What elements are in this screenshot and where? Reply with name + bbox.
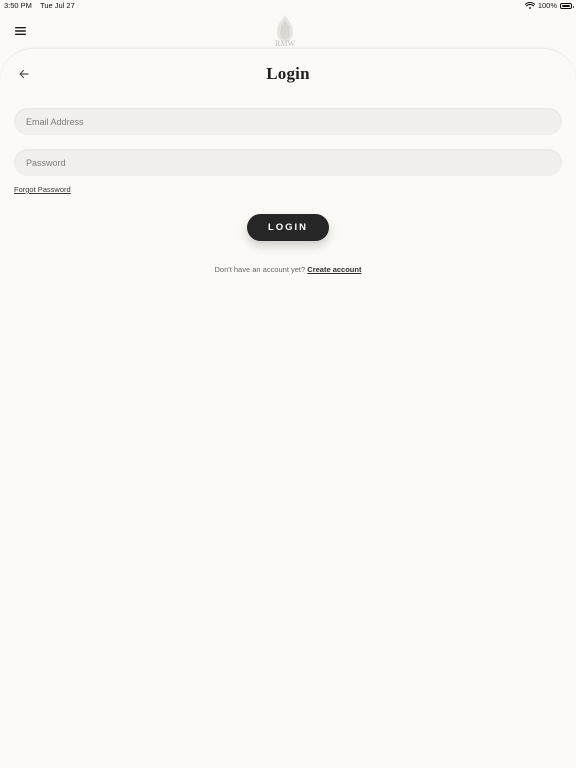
status-time-date: 3:50 PM Tue Jul 27 [4,0,75,12]
status-date: Tue Jul 27 [40,1,75,10]
battery-percent: 100% [537,1,557,10]
create-account-link[interactable]: Create account [307,265,361,274]
hamburger-menu-icon[interactable] [14,24,28,36]
logo-text: RMW [275,39,295,48]
password-field[interactable] [14,149,562,176]
email-input[interactable] [24,115,552,128]
login-sheet: Login Forgot Password LOGIN Don't have a… [0,48,576,768]
brand-logo: RMW [267,13,303,49]
forgot-password-link[interactable]: Forgot Password [14,185,71,194]
email-field[interactable] [14,108,562,135]
wifi-icon [524,2,535,10]
status-bar: 3:50 PM Tue Jul 27 100% [0,0,576,12]
status-time: 3:50 PM [4,1,32,10]
status-indicators: 100% [524,0,574,12]
battery-icon [560,3,574,9]
page-title: Login [266,64,310,83]
signup-prompt-line: Don't have an account yet? Create accoun… [0,265,576,274]
login-button[interactable]: LOGIN [247,214,329,241]
signup-prompt-text: Don't have an account yet? [214,265,306,274]
password-input[interactable] [24,156,552,169]
battery-level-fill [562,5,570,7]
